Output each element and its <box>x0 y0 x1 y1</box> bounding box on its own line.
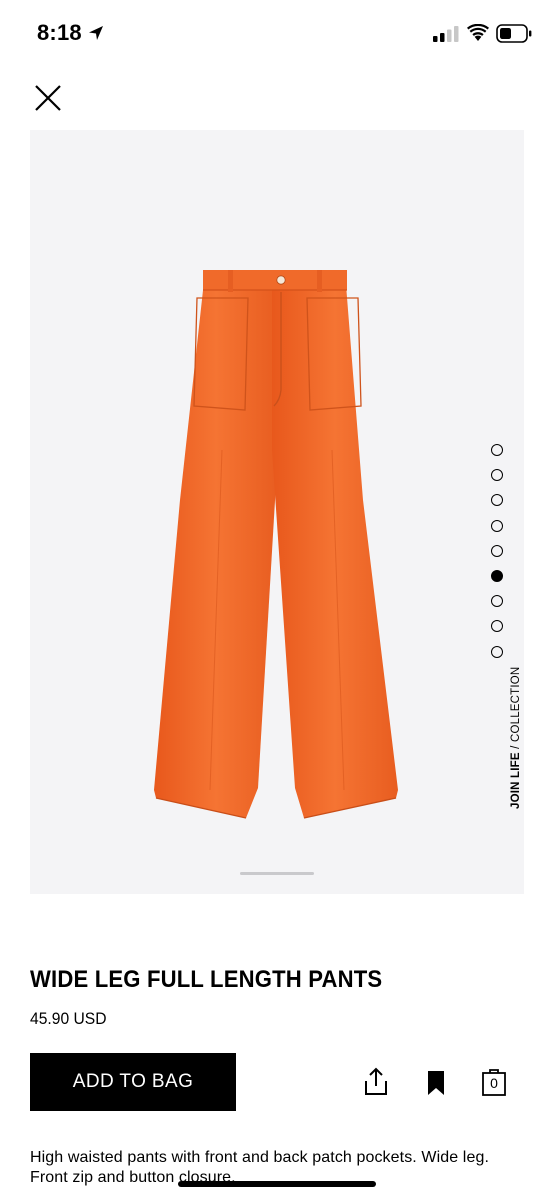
battery-icon <box>496 24 532 43</box>
bag-button[interactable]: 0 <box>480 1068 508 1096</box>
gallery-dot[interactable] <box>491 544 503 557</box>
share-icon[interactable] <box>362 1067 390 1097</box>
product-title: WIDE LEG FULL LENGTH PANTS <box>30 966 383 993</box>
image-scroll-indicator <box>240 872 314 875</box>
location-arrow-icon <box>89 26 103 40</box>
collection-label-rest: / COLLECTION <box>510 666 522 753</box>
product-image-gallery[interactable]: JOIN LIFE / COLLECTION <box>30 130 524 894</box>
gallery-dot[interactable] <box>491 645 503 658</box>
add-to-bag-button[interactable]: ADD TO BAG <box>30 1053 236 1111</box>
gallery-pagination <box>491 444 507 671</box>
collection-label: JOIN LIFE / COLLECTION <box>510 667 522 809</box>
wifi-icon <box>467 24 489 41</box>
product-image <box>154 270 398 819</box>
status-time: 8:18 <box>37 20 82 45</box>
home-indicator[interactable] <box>178 1181 376 1187</box>
bag-count: 0 <box>490 1075 498 1091</box>
gallery-dot[interactable] <box>491 469 503 482</box>
close-button[interactable] <box>30 80 66 116</box>
gallery-dot[interactable] <box>491 494 503 507</box>
collection-label-bold: JOIN LIFE <box>510 752 522 809</box>
gallery-dot[interactable] <box>491 519 503 532</box>
gallery-dot-active[interactable] <box>491 569 503 582</box>
gallery-dot[interactable] <box>491 595 503 608</box>
status-bar: 8:18 <box>0 0 554 64</box>
product-price: 45.90 USD <box>30 1009 107 1028</box>
bookmark-icon[interactable] <box>425 1070 447 1096</box>
gallery-dot[interactable] <box>491 444 503 456</box>
gallery-dot[interactable] <box>491 620 503 633</box>
signal-icon <box>433 26 459 42</box>
